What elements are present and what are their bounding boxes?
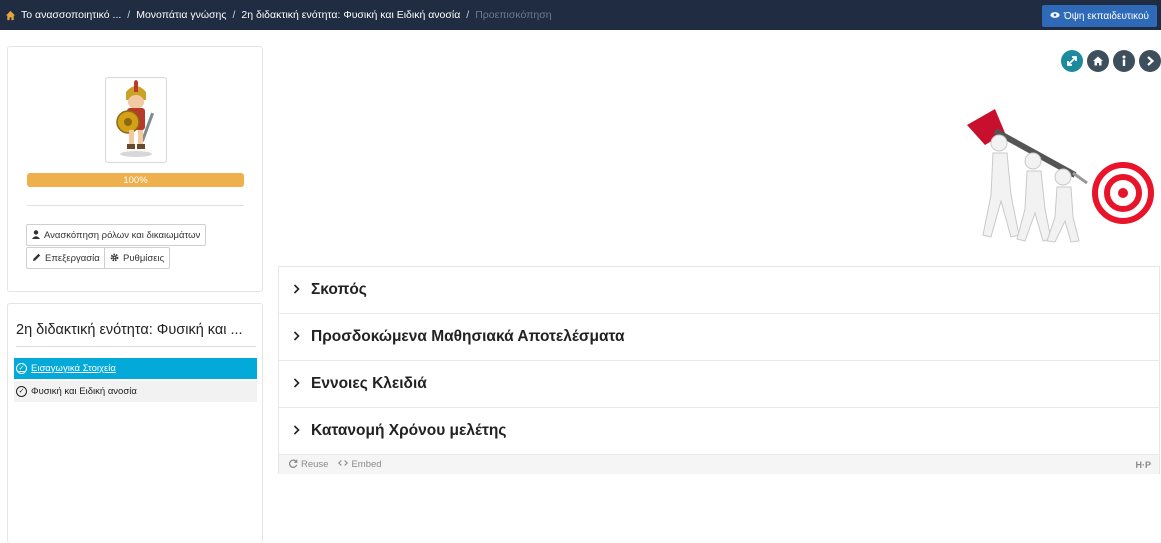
toc-item-label: Εισαγωγικά Στοιχεία (31, 363, 116, 374)
toc-item-label: Φυσική και Ειδική ανοσία (31, 386, 137, 397)
breadcrumb-item-unit[interactable]: 2η διδακτική ενότητα: Φυσική και Ειδική … (241, 9, 460, 21)
toc-item-introduction[interactable]: ✓ Εισαγωγικά Στοιχεία (14, 358, 257, 379)
toc-item-immunity[interactable]: ✓ Φυσική και Ειδική ανοσία (14, 381, 257, 402)
teacher-view-label: Όψη εκπαιδευτικού (1063, 10, 1149, 22)
check-circle-icon: ✓ (16, 386, 27, 397)
edit-label: Επεξεργασία (45, 252, 100, 264)
home-icon[interactable] (1087, 50, 1109, 72)
reuse-button[interactable]: Reuse (289, 459, 328, 471)
reuse-icon (289, 459, 298, 471)
h5p-footer: Reuse Embed H·P (279, 455, 1159, 474)
breadcrumb-item-preview: Προεπισκόπηση (475, 9, 552, 21)
home-icon[interactable] (4, 9, 17, 22)
breadcrumb-item-course[interactable]: Το ανασσοποιητικό ... (21, 9, 121, 21)
eye-icon (1050, 11, 1060, 22)
chevron-right-icon[interactable] (1139, 50, 1161, 72)
settings-button[interactable]: Ρυθμίσεις (104, 247, 171, 269)
target-illustration (955, 105, 1155, 245)
avatar (105, 77, 167, 163)
expand-icon[interactable] (1061, 50, 1083, 72)
progress-label: 100% (123, 174, 148, 186)
progress-bar: 100% (27, 173, 244, 187)
toc-panel: 2η διδακτική ενότητα: Φυσική και ... ✓ Ε… (7, 303, 263, 543)
accordion-item-key-concepts[interactable]: Εννοιες Κλειδιά (279, 361, 1159, 408)
check-circle-icon: ✓ (16, 363, 27, 374)
roles-review-label: Ανασκόπηση ρόλων και δικαιωμάτων (44, 229, 201, 241)
chevron-right-icon (279, 330, 307, 344)
teacher-view-button[interactable]: Όψη εκπαιδευτικού (1041, 5, 1157, 27)
chevron-right-icon (279, 283, 307, 297)
accordion-item-purpose[interactable]: Σκοπός (279, 267, 1159, 314)
h5p-logo: H·P (1135, 459, 1152, 470)
roles-review-button[interactable]: Ανασκόπηση ρόλων και δικαιωμάτων (26, 224, 207, 246)
info-icon[interactable] (1113, 50, 1135, 72)
chevron-right-icon (279, 424, 307, 438)
divider (16, 346, 256, 347)
gear-icon (110, 253, 119, 264)
accordion-item-label: Εννοιες Κλειδιά (311, 375, 427, 392)
pencil-icon (32, 253, 41, 264)
divider (27, 205, 244, 206)
accordion: Σκοπός Προσδοκώμενα Μαθησιακά Αποτελέσμα… (278, 266, 1160, 474)
user-icon (32, 229, 40, 241)
breadcrumb: Το ανασσοποιητικό ... / Μονοπάτια γνώσης… (0, 9, 552, 22)
toc-title: 2η διδακτική ενότητα: Φυσική και ... (16, 322, 243, 338)
content-controls (1061, 50, 1161, 72)
accordion-item-label: Προσδοκώμενα Μαθησιακά Αποτελέσματα (311, 328, 625, 345)
accordion-item-learning-outcomes[interactable]: Προσδοκώμενα Μαθησιακά Αποτελέσματα (279, 314, 1159, 361)
embed-label: Embed (351, 459, 382, 470)
reuse-label: Reuse (301, 459, 329, 470)
breadcrumb-item-learning-paths[interactable]: Μονοπάτια γνώσης (136, 9, 226, 21)
top-bar: Το ανασσοποιητικό ... / Μονοπάτια γνώσης… (0, 0, 1161, 30)
accordion-item-study-time[interactable]: Κατανομή Χρόνου μελέτης (279, 408, 1159, 455)
edit-button[interactable]: Επεξεργασία (26, 247, 106, 269)
accordion-item-label: Κατανομή Χρόνου μελέτης (311, 422, 507, 439)
chevron-right-icon (279, 377, 307, 391)
embed-button[interactable]: Embed (338, 459, 382, 470)
accordion-item-label: Σκοπός (311, 281, 367, 298)
profile-panel: 100% Ανασκόπηση ρόλων και δικαιωμάτων Επ… (7, 46, 263, 292)
settings-label: Ρυθμίσεις (123, 252, 165, 264)
code-icon (338, 459, 349, 470)
